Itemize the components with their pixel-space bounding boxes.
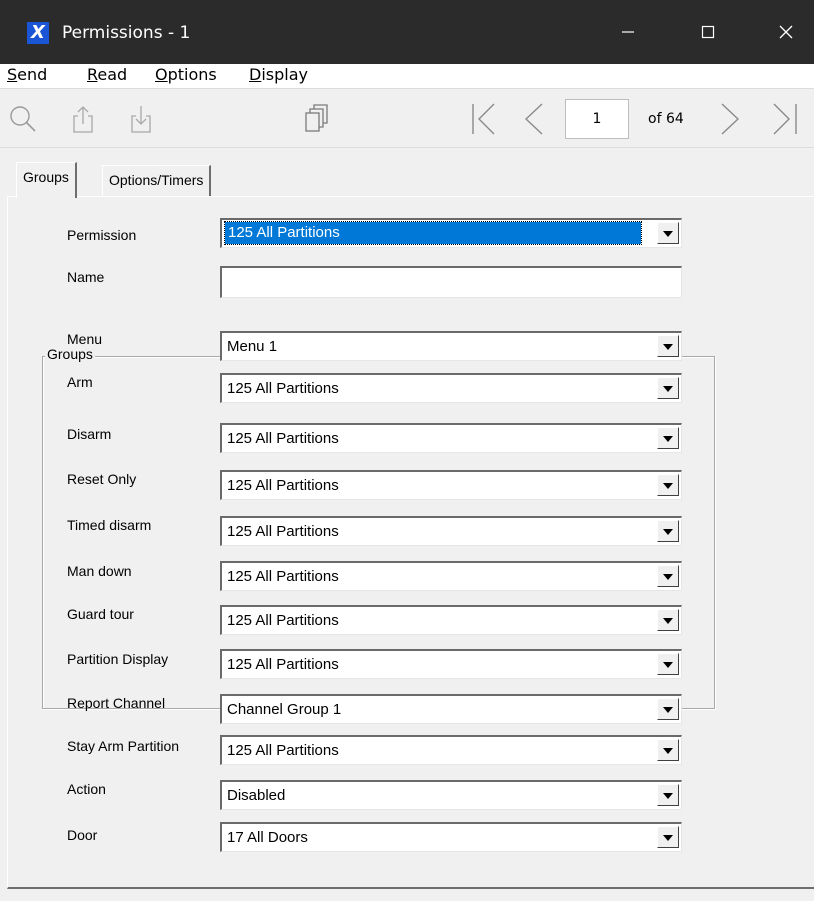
chevron-down-icon[interactable] <box>657 427 679 449</box>
previous-page-icon <box>524 103 543 135</box>
disarm-label: Disarm <box>67 426 112 442</box>
report-channel-value: Channel Group 1 <box>227 701 342 718</box>
menu-options-label: ptions <box>167 65 217 84</box>
chevron-down-icon[interactable] <box>657 826 679 848</box>
chevron-down-icon[interactable] <box>657 222 679 244</box>
maximize-button[interactable] <box>680 12 736 52</box>
chevron-down-icon[interactable] <box>657 653 679 675</box>
permission-value: 125 All Partitions <box>224 221 642 245</box>
guard-tour-select[interactable]: 125 All Partitions <box>220 605 682 635</box>
page-total-label: of 64 <box>648 111 684 127</box>
toolbar: 1 of 64 <box>0 88 814 148</box>
next-page-button[interactable] <box>714 101 748 137</box>
partition-display-value: 125 All Partitions <box>227 656 339 673</box>
search-button[interactable] <box>6 101 40 137</box>
previous-page-button[interactable] <box>516 101 550 137</box>
close-button[interactable] <box>758 12 814 52</box>
disarm-value: 125 All Partitions <box>227 430 339 447</box>
report-channel-select[interactable]: Channel Group 1 <box>220 694 682 724</box>
chevron-down-icon[interactable] <box>657 609 679 631</box>
chevron-down-icon[interactable] <box>657 565 679 587</box>
arm-value: 125 All Partitions <box>227 380 339 397</box>
copy-button[interactable] <box>298 101 332 137</box>
disarm-select[interactable]: 125 All Partitions <box>220 423 682 453</box>
stay-arm-partition-value: 125 All Partitions <box>227 742 339 759</box>
action-label: Action <box>67 781 106 797</box>
reset-only-select[interactable]: 125 All Partitions <box>220 470 682 500</box>
permission-select[interactable]: 125 All Partitions <box>220 218 682 248</box>
menu-display-label: isplay <box>261 65 308 84</box>
upload-button[interactable] <box>66 101 100 137</box>
search-icon <box>10 106 36 132</box>
menu-options[interactable]: Options <box>155 65 217 85</box>
door-label: Door <box>67 827 98 843</box>
last-page-icon <box>773 103 797 135</box>
maximize-icon <box>701 25 715 39</box>
reset-only-value: 125 All Partitions <box>227 477 339 494</box>
page-number-input[interactable]: 1 <box>565 99 629 139</box>
timed-disarm-select[interactable]: 125 All Partitions <box>220 516 682 546</box>
man-down-value: 125 All Partitions <box>227 568 339 585</box>
door-select[interactable]: 17 All Doors <box>220 822 682 852</box>
report-channel-label: Report Channel <box>67 695 166 711</box>
minimize-button[interactable] <box>600 12 656 52</box>
guard-tour-label: Guard tour <box>67 606 134 622</box>
action-select[interactable]: Disabled <box>220 780 682 810</box>
menu-send-label: end <box>17 65 48 84</box>
menu-read-label: ead <box>97 65 128 84</box>
arm-label: Arm <box>67 374 93 390</box>
next-page-icon <box>721 103 740 135</box>
menu-label: Menu <box>67 331 103 347</box>
man-down-select[interactable]: 125 All Partitions <box>220 561 682 591</box>
menu-read-mnemonic: R <box>87 65 98 84</box>
download-icon <box>131 106 151 133</box>
last-page-button[interactable] <box>768 101 802 137</box>
menu-send[interactable]: Send <box>7 65 47 85</box>
chevron-down-icon[interactable] <box>657 377 679 399</box>
first-page-button[interactable] <box>466 101 500 137</box>
reset-only-label: Reset Only <box>67 471 137 487</box>
chevron-down-icon[interactable] <box>657 335 679 357</box>
copy-icon <box>305 104 328 132</box>
chevron-down-icon[interactable] <box>657 698 679 720</box>
window-title: Permissions - 1 <box>62 23 191 43</box>
first-page-icon <box>472 103 495 135</box>
upload-icon <box>73 106 93 133</box>
arm-select[interactable]: 125 All Partitions <box>220 373 682 403</box>
timed-disarm-label: Timed disarm <box>67 517 152 533</box>
groups-groupbox-title: Groups <box>45 346 95 362</box>
tab-options-timers[interactable]: Options/Timers <box>102 165 212 196</box>
download-button[interactable] <box>124 101 158 137</box>
menu-display-mnemonic: D <box>249 65 262 84</box>
permission-label: Permission <box>67 227 137 243</box>
stay-arm-partition-label: Stay Arm Partition <box>67 738 180 754</box>
title-bar[interactable]: X Permissions - 1 <box>0 0 814 64</box>
door-value: 17 All Doors <box>227 829 308 846</box>
chevron-down-icon[interactable] <box>657 520 679 542</box>
menu-bar: Send Read Options Display <box>0 64 814 88</box>
menu-options-mnemonic: O <box>155 65 168 84</box>
menu-read[interactable]: Read <box>87 65 127 85</box>
partition-display-label: Partition Display <box>67 651 169 667</box>
chevron-down-icon[interactable] <box>657 739 679 761</box>
chevron-down-icon[interactable] <box>657 784 679 806</box>
menu-value: Menu 1 <box>227 338 278 355</box>
name-input[interactable] <box>220 266 682 298</box>
chevron-down-icon[interactable] <box>657 474 679 496</box>
action-value: Disabled <box>227 787 286 804</box>
name-label: Name <box>67 269 105 285</box>
man-down-label: Man down <box>67 563 132 579</box>
app-x-icon: X <box>27 22 49 44</box>
timed-disarm-value: 125 All Partitions <box>227 523 339 540</box>
stay-arm-partition-select[interactable]: 125 All Partitions <box>220 735 682 765</box>
guard-tour-value: 125 All Partitions <box>227 612 339 629</box>
tab-groups[interactable]: Groups <box>16 162 77 198</box>
menu-select[interactable]: Menu 1 <box>220 331 682 361</box>
menu-send-mnemonic: S <box>7 65 18 84</box>
minimize-icon <box>622 31 634 33</box>
menu-display[interactable]: Display <box>249 65 308 85</box>
close-icon <box>779 25 793 39</box>
partition-display-select[interactable]: 125 All Partitions <box>220 649 682 679</box>
